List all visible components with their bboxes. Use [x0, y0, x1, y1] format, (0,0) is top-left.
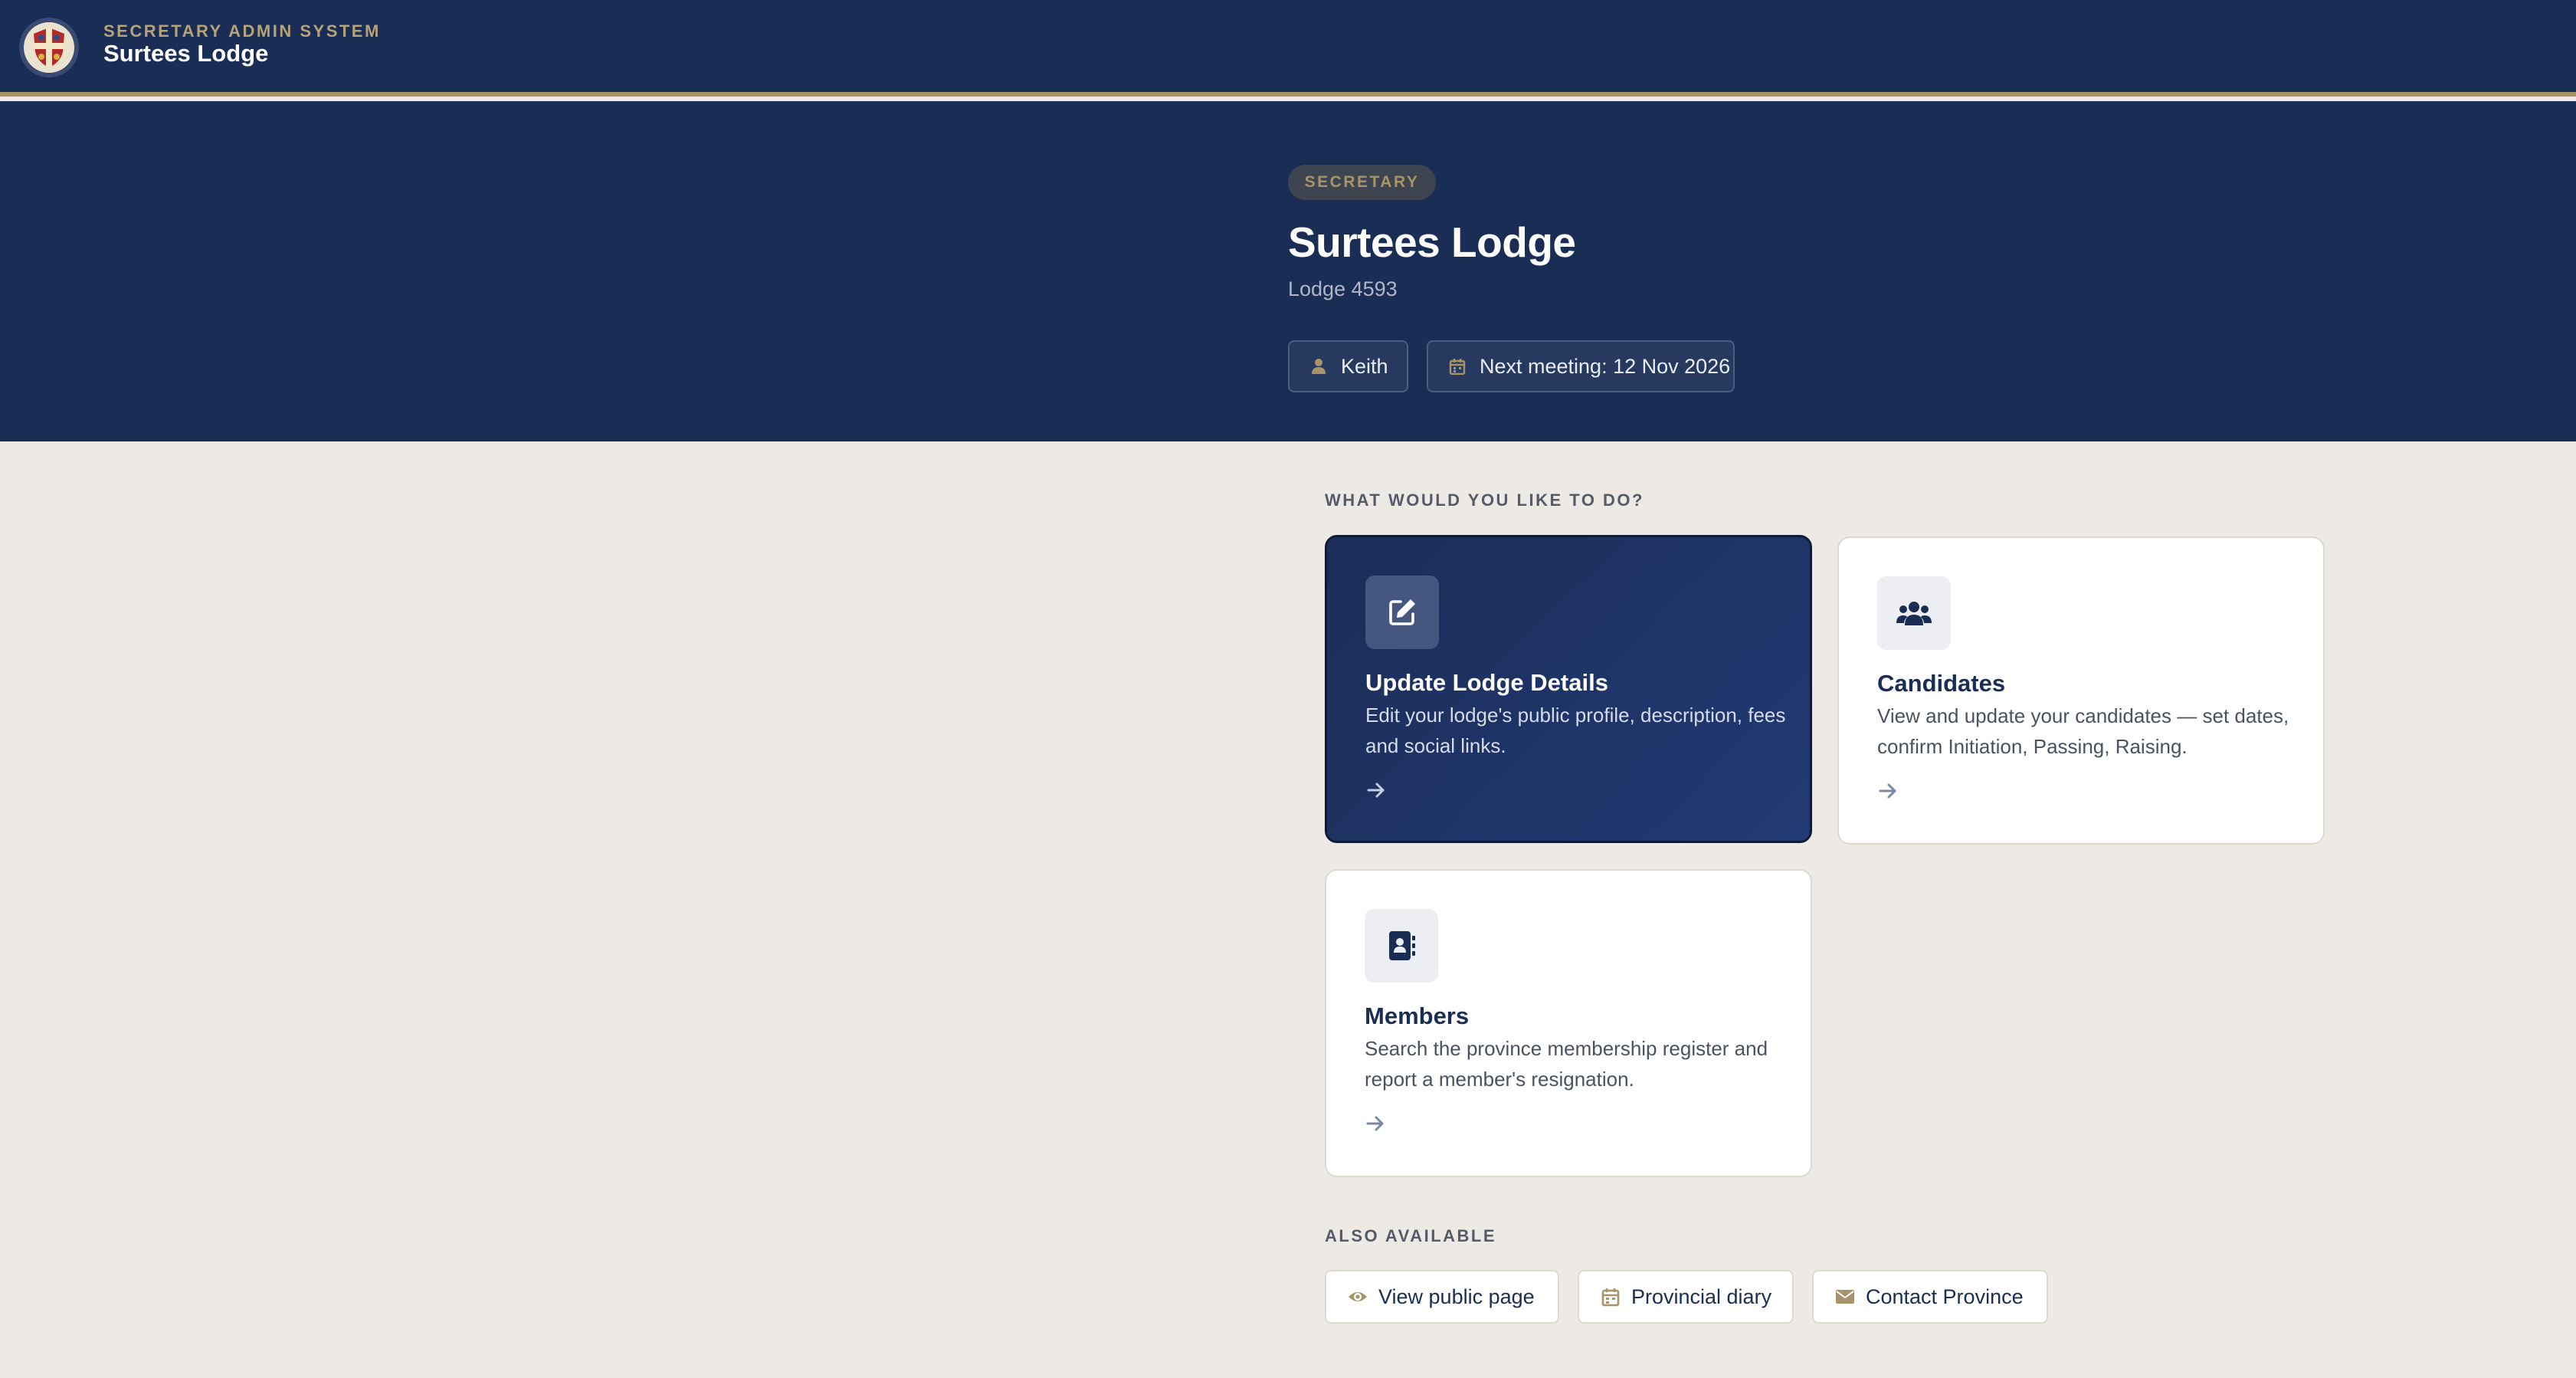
next-meeting-chip: Next meeting: 12 Nov 2026 — [1427, 340, 1735, 392]
user-icon — [1310, 358, 1327, 375]
edit-icon — [1389, 599, 1415, 625]
provincial-diary-button[interactable]: Provincial diary — [1578, 1270, 1794, 1324]
role-badge: SECRETARY — [1288, 165, 1436, 200]
card-title: Candidates — [1877, 670, 2006, 697]
card-description: Edit your lodge's public profile, descri… — [1365, 704, 1786, 757]
also-available-label: ALSO AVAILABLE — [1325, 1226, 1497, 1245]
card-description: View and update your candidates — set da… — [1877, 704, 2289, 758]
eye-icon — [1348, 1287, 1368, 1307]
arrow-right-icon — [1877, 780, 1899, 802]
user-name: Keith — [1341, 354, 1388, 378]
lodge-crest-icon[interactable] — [18, 17, 80, 78]
lodge-number: Lodge 4593 — [1288, 277, 1398, 300]
contact-province-label: Contact Province — [1866, 1284, 2024, 1308]
calendar-icon — [1601, 1287, 1621, 1307]
card-title: Members — [1365, 1002, 1470, 1029]
page-title: Surtees Lodge — [1288, 218, 1576, 266]
edit-icon-tile — [1365, 576, 1439, 649]
calendar-icon — [1449, 358, 1466, 375]
provincial-diary-label: Provincial diary — [1631, 1284, 1772, 1308]
user-chip: Keith — [1288, 340, 1408, 392]
next-meeting-label: Next meeting: 12 Nov 2026 — [1480, 354, 1731, 378]
users-icon-tile — [1877, 576, 1951, 650]
system-label: SECRETARY ADMIN SYSTEM — [103, 21, 381, 41]
header-lodge-name: Surtees Lodge — [103, 40, 269, 67]
arrow-right-icon — [1365, 1113, 1386, 1134]
arrow-right-icon — [1365, 779, 1387, 801]
update-lodge-details-card[interactable]: Update Lodge Details Edit your lodge's p… — [1325, 535, 1812, 843]
view-public-page-label: View public page — [1378, 1284, 1535, 1308]
card-description: Search the province membership register … — [1365, 1037, 1768, 1091]
address-book-icon — [1389, 931, 1415, 960]
candidates-card[interactable]: Candidates View and update your candidat… — [1837, 536, 2325, 845]
users-icon — [1896, 602, 1932, 625]
top-bar: SECRETARY ADMIN SYSTEM Surtees Lodge — [0, 0, 2576, 97]
address-book-icon-tile — [1365, 909, 1438, 983]
hero-banner: SECRETARY Surtees Lodge Lodge 4593 Keith… — [0, 101, 2576, 441]
card-title: Update Lodge Details — [1365, 669, 1608, 696]
contact-province-button[interactable]: Contact Province — [1812, 1270, 2048, 1324]
view-public-page-button[interactable]: View public page — [1325, 1270, 1559, 1324]
members-card[interactable]: Members Search the province membership r… — [1325, 869, 1812, 1177]
envelope-icon — [1835, 1287, 1855, 1307]
actions-section-label: WHAT WOULD YOU LIKE TO DO? — [1325, 491, 1644, 510]
